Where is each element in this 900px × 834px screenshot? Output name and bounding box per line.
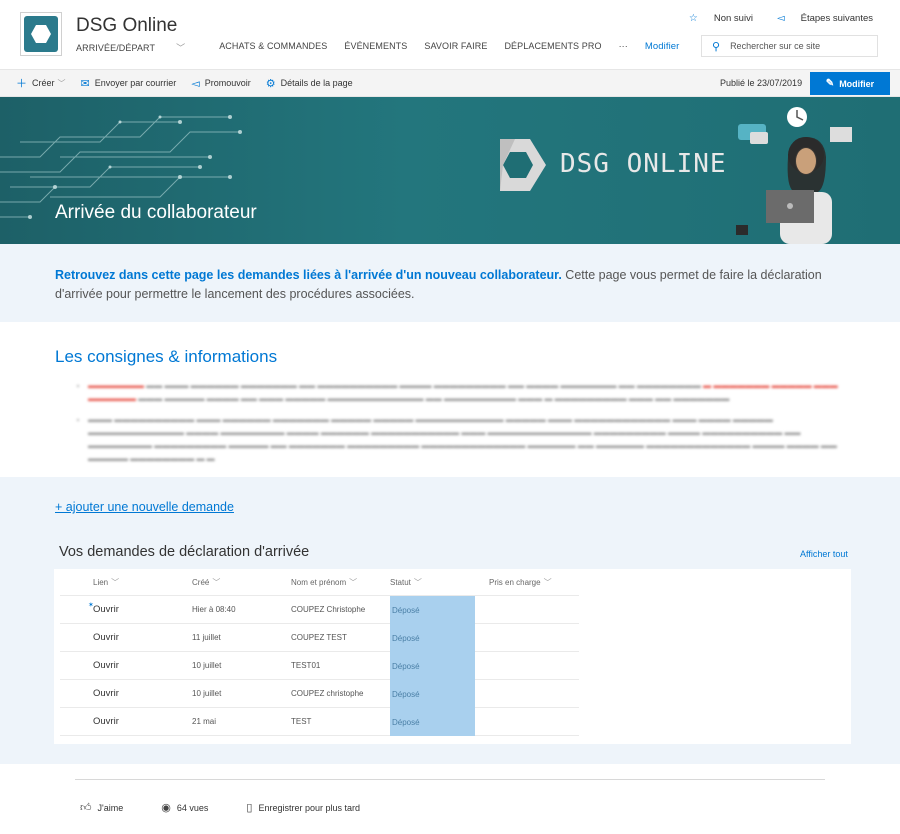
guidelines-title: Les consignes & informations xyxy=(55,347,278,366)
megaphone-icon: ◅ xyxy=(191,77,200,90)
chevron-down-icon: ﹀ xyxy=(413,577,422,587)
status-cell: Déposé xyxy=(390,596,475,624)
nav-item-arrivee-depart[interactable]: ARRIVÉE/DÉPART ﹀ xyxy=(76,41,202,54)
new-button[interactable]: ＋ Créer ﹀ xyxy=(16,75,66,91)
name-cell: COUPEZ TEST xyxy=(291,633,347,642)
follow-button[interactable]: ☆ Non suivi xyxy=(677,13,753,24)
dsg-logo-icon xyxy=(500,139,546,191)
table-row: Ouvrir 10 juillet COUPEZ christophe Dépo… xyxy=(60,680,579,708)
open-link[interactable]: Ouvrir xyxy=(93,652,119,679)
page-title: Arrivée du collaborateur xyxy=(55,202,257,223)
table-row: ✶ Ouvrir Hier à 08:40 COUPEZ Christophe … xyxy=(60,596,579,624)
search-input[interactable]: ⚲ Rechercher sur ce site xyxy=(701,35,878,57)
search-placeholder: Rechercher sur ce site xyxy=(730,41,821,51)
edit-page-button[interactable]: ✎ Modifier xyxy=(810,72,890,95)
table-row: Ouvrir 11 juillet COUPEZ TEST Déposé xyxy=(60,624,579,652)
site-logo[interactable] xyxy=(20,12,62,56)
page-details-button[interactable]: ⚙ Détails de la page xyxy=(266,77,353,90)
top-nav: ARRIVÉE/DÉPART ﹀ ACHATS & COMMANDES ÉVÉNE… xyxy=(76,41,696,54)
chevron-down-icon: ﹀ xyxy=(212,577,221,587)
thumbs-up-icon: 👍︎ xyxy=(80,802,92,814)
chevron-down-icon: ﹀ xyxy=(543,577,552,587)
created-cell: Hier à 08:40 xyxy=(192,605,236,614)
views-count: ◉ 64 vues xyxy=(161,802,209,814)
star-icon: ☆ xyxy=(688,13,698,24)
bookmark-icon: ▯ xyxy=(246,802,253,814)
status-cell: Déposé xyxy=(390,652,475,680)
plus-icon: ＋ xyxy=(16,78,27,90)
column-header-statut[interactable]: Statut ﹀ xyxy=(390,569,475,595)
column-header-nom[interactable]: Nom et prénom ﹀ xyxy=(291,569,357,595)
search-icon: ⚲ xyxy=(712,40,721,53)
status-cell: Déposé xyxy=(390,624,475,652)
hero-banner: DSG ONLINE Arrivée du collaborateur xyxy=(0,97,900,244)
column-header-cree[interactable]: Créé ﹀ xyxy=(192,569,220,595)
banner-brand: DSG ONLINE xyxy=(560,149,727,179)
open-link[interactable]: Ouvrir xyxy=(93,624,119,651)
guideline-item-2: ▬▬▬ ▬▬▬▬▬▬▬▬▬▬ ▬▬▬ ▬▬▬▬▬▬ ▬▬▬▬▬▬▬ ▬▬▬▬▬ … xyxy=(88,413,848,465)
page-footer: 👍︎ J'aime ◉ 64 vues ▯ Enregistrer pour plus… xyxy=(80,801,398,814)
open-link[interactable]: Ouvrir xyxy=(93,708,119,735)
created-cell: 10 juillet xyxy=(192,689,222,698)
next-steps-button[interactable]: ◅ Étapes suivantes xyxy=(765,13,873,24)
save-for-later-button[interactable]: ▯ Enregistrer pour plus tard xyxy=(246,801,379,814)
created-cell: 11 juillet xyxy=(192,633,221,642)
name-cell: COUPEZ christophe xyxy=(291,689,364,698)
intro-text: Retrouvez dans cette page les demandes l… xyxy=(55,266,855,304)
open-link[interactable]: Ouvrir xyxy=(93,680,119,707)
nav-item-deplacements[interactable]: DÉPLACEMENTS PRO xyxy=(504,41,601,54)
created-cell: 21 mai xyxy=(192,717,217,726)
requests-list: Lien ﹀ Créé ﹀ Nom et prénom ﹀ Statut ﹀ Pris … xyxy=(54,569,851,744)
nav-item-evenements[interactable]: ÉVÉNEMENTS xyxy=(344,41,407,54)
mail-icon: ✉ xyxy=(80,77,90,90)
logo-d-icon xyxy=(24,16,58,52)
table-header-row: Lien ﹀ Créé ﹀ Nom et prénom ﹀ Statut ﹀ Pris … xyxy=(60,569,579,596)
command-bar: ＋ Créer ﹀ ✉ Envoyer par courrier ◅ Promouvoi… xyxy=(0,70,900,97)
column-header-lien[interactable]: Lien ﹀ xyxy=(93,569,119,595)
status-cell: Déposé xyxy=(390,680,475,708)
nav-item-achats[interactable]: ACHATS & COMMANDES xyxy=(219,41,327,54)
gear-icon: ⚙ xyxy=(265,77,276,90)
footer-divider xyxy=(75,779,825,780)
status-cell: Déposé xyxy=(390,708,475,736)
nav-more-button[interactable]: ··· xyxy=(619,41,628,54)
requests-section: + ajouter une nouvelle demande Vos deman… xyxy=(0,477,900,764)
chevron-down-icon: ﹀ xyxy=(111,577,120,587)
column-header-pris-en-charge[interactable]: Pris en charge ﹀ xyxy=(489,569,552,595)
guidelines-section: Les consignes & informations ▬▬▬▬▬▬▬ ▬▬ … xyxy=(0,322,900,477)
list-title: Vos demandes de déclaration d'arrivée xyxy=(59,544,310,560)
site-title[interactable]: DSG Online xyxy=(76,15,177,37)
name-cell: TEST xyxy=(291,717,312,726)
nav-edit-link[interactable]: Modifier xyxy=(645,41,680,54)
pencil-icon: ✎ xyxy=(825,78,835,89)
megaphone-icon: ◅ xyxy=(776,13,785,24)
add-request-link[interactable]: + ajouter une nouvelle demande xyxy=(55,500,234,514)
intro-bold-text: Retrouvez dans cette page les demandes l… xyxy=(55,268,562,282)
open-link[interactable]: Ouvrir xyxy=(93,596,119,623)
like-button[interactable]: 👍︎ J'aime xyxy=(80,801,142,814)
person-illustration xyxy=(736,107,852,244)
name-cell: TEST01 xyxy=(291,661,321,670)
top-actions: ☆ Non suivi ◅ Étapes suivantes xyxy=(665,13,873,24)
chevron-down-icon: ﹀ xyxy=(349,577,358,587)
guidelines-list-blurred: ▬▬▬▬▬▬▬ ▬▬ ▬▬▬ ▬▬▬▬▬▬ ▬▬▬▬▬▬▬ ▬▬ ▬▬▬▬▬▬▬… xyxy=(88,379,848,473)
eye-icon: ◉ xyxy=(161,802,171,814)
intro-section: Retrouvez dans cette page les demandes l… xyxy=(0,244,900,322)
table-row: Ouvrir 10 juillet TEST01 Déposé xyxy=(60,652,579,680)
published-date: Publié le 23/07/2019 xyxy=(720,78,803,88)
promote-button[interactable]: ◅ Promouvoir xyxy=(191,77,250,90)
created-cell: 10 juillet xyxy=(192,661,222,670)
table-row: Ouvrir 21 mai TEST Déposé xyxy=(60,708,579,736)
site-header: DSG Online ARRIVÉE/DÉPART ﹀ ACHATS & COMM… xyxy=(0,0,900,70)
nav-item-savoir-faire[interactable]: SAVOIR FAIRE xyxy=(424,41,487,54)
name-cell: COUPEZ Christophe xyxy=(291,605,366,614)
send-by-mail-button[interactable]: ✉ Envoyer par courrier xyxy=(81,77,177,90)
guideline-item-1: ▬▬▬▬▬▬▬ ▬▬ ▬▬▬ ▬▬▬▬▬▬ ▬▬▬▬▬▬▬ ▬▬ ▬▬▬▬▬▬▬… xyxy=(88,379,848,405)
show-all-link[interactable]: Afficher tout xyxy=(800,549,848,559)
